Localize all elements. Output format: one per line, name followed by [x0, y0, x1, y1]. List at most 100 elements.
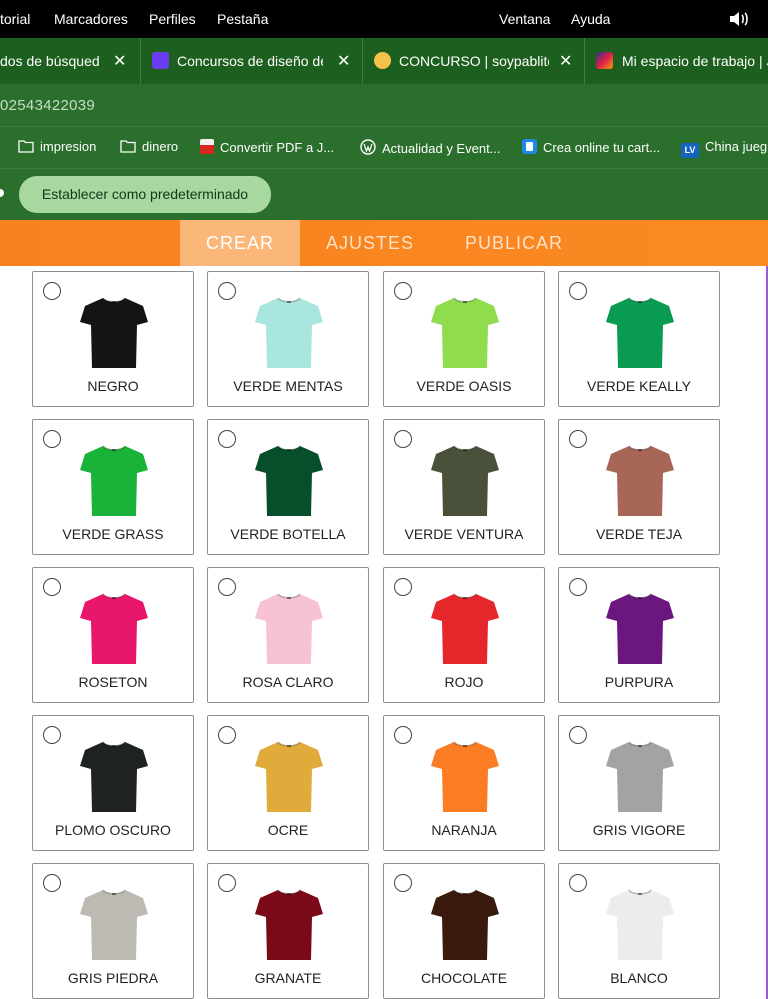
- color-option-card[interactable]: VERDE OASIS: [383, 271, 545, 407]
- tshirt-icon: [431, 593, 499, 664]
- color-label: VERDE BOTELLA: [230, 526, 346, 542]
- address-bar[interactable]: 02543422039: [0, 84, 768, 126]
- volume-icon[interactable]: [729, 10, 751, 28]
- bookmarks-bar: impresion dinero Convertir PDF a J... Ac…: [0, 126, 768, 168]
- color-option-card[interactable]: GRIS PIEDRA: [32, 863, 194, 999]
- menu-perfiles[interactable]: Perfiles: [149, 11, 196, 27]
- url-text[interactable]: 02543422039: [0, 97, 95, 114]
- bookmark-item[interactable]: Crea online tu cart...: [522, 139, 660, 155]
- tab-ajustes[interactable]: AJUSTES: [310, 220, 430, 266]
- color-option-card[interactable]: CHOCOLATE: [383, 863, 545, 999]
- pdf-converter-icon: [200, 139, 214, 154]
- bookmark-label: Actualidad y Event...: [382, 141, 501, 156]
- set-default-button[interactable]: Establecer como predeterminado: [19, 176, 271, 213]
- color-radio[interactable]: [218, 726, 236, 744]
- color-radio[interactable]: [394, 578, 412, 596]
- color-radio[interactable]: [43, 578, 61, 596]
- color-option-card[interactable]: VERDE BOTELLA: [207, 419, 369, 555]
- close-icon[interactable]: ✕: [337, 51, 350, 71]
- color-radio[interactable]: [569, 430, 587, 448]
- color-radio[interactable]: [569, 282, 587, 300]
- tab-crear[interactable]: CREAR: [180, 220, 300, 266]
- menu-marcadores[interactable]: Marcadores: [54, 11, 128, 27]
- color-option-card[interactable]: VERDE VENTURA: [383, 419, 545, 555]
- color-option-card[interactable]: ROJO: [383, 567, 545, 703]
- close-icon[interactable]: ✕: [559, 51, 572, 71]
- menu-ayuda[interactable]: Ayuda: [571, 11, 610, 27]
- color-radio[interactable]: [569, 578, 587, 596]
- color-grid: NEGRO VERDE MENTAS VERDE OASIS VERDE KEALLY…: [0, 266, 766, 999]
- color-radio[interactable]: [394, 874, 412, 892]
- color-option-card[interactable]: GRIS VIGORE: [558, 715, 720, 851]
- tshirt-icon: [606, 741, 674, 812]
- browser-tab[interactable]: Concursos de diseño de ✕: [140, 38, 362, 84]
- color-radio[interactable]: [218, 430, 236, 448]
- color-radio[interactable]: [394, 282, 412, 300]
- bookmark-item[interactable]: impresion: [18, 139, 96, 154]
- bookmark-item[interactable]: Convertir PDF a J...: [200, 139, 334, 155]
- color-label: VERDE VENTURA: [404, 526, 524, 542]
- tab-title: Concursos de diseño de: [177, 53, 323, 69]
- color-option-card[interactable]: BLANCO: [558, 863, 720, 999]
- menu-ventana[interactable]: Ventana: [499, 11, 550, 27]
- tshirt-icon: [255, 297, 323, 368]
- color-label: BLANCO: [610, 970, 668, 986]
- tshirt-icon: [606, 593, 674, 664]
- lv-icon: LV: [681, 143, 699, 158]
- color-radio[interactable]: [218, 282, 236, 300]
- tshirt-icon: [255, 741, 323, 812]
- color-option-card[interactable]: NARANJA: [383, 715, 545, 851]
- tab-publicar[interactable]: PUBLICAR: [452, 220, 576, 266]
- tshirt-icon: [606, 889, 674, 960]
- bookmark-item[interactable]: dinero: [120, 139, 178, 154]
- color-option-card[interactable]: ROSA CLARO: [207, 567, 369, 703]
- menu-pestana[interactable]: Pestaña: [217, 11, 268, 27]
- color-option-card[interactable]: VERDE GRASS: [32, 419, 194, 555]
- color-radio[interactable]: [43, 282, 61, 300]
- tshirt-icon: [606, 297, 674, 368]
- tshirt-icon: [431, 889, 499, 960]
- browser-tab[interactable]: dos de búsqueda ✕: [0, 38, 140, 84]
- color-option-card[interactable]: NEGRO: [32, 271, 194, 407]
- color-label: VERDE MENTAS: [233, 378, 343, 394]
- tshirt-icon: [255, 593, 323, 664]
- color-option-card[interactable]: VERDE MENTAS: [207, 271, 369, 407]
- browser-tab[interactable]: Mi espacio de trabajo | J: [584, 38, 768, 84]
- color-label: OCRE: [267, 822, 309, 838]
- bookmark-label: China jueg: [705, 139, 768, 154]
- bookmark-label: impresion: [40, 139, 97, 154]
- color-option-card[interactable]: PLOMO OSCURO: [32, 715, 194, 851]
- color-option-card[interactable]: PURPURA: [558, 567, 720, 703]
- color-radio[interactable]: [218, 874, 236, 892]
- color-option-card[interactable]: ROSETON: [32, 567, 194, 703]
- color-option-card[interactable]: OCRE: [207, 715, 369, 851]
- canvas-icon: [522, 139, 537, 154]
- color-radio[interactable]: [43, 726, 61, 744]
- color-label: PURPURA: [604, 674, 674, 690]
- bookmark-item[interactable]: Actualidad y Event...: [360, 139, 501, 156]
- purple-logo-icon: [152, 52, 169, 69]
- color-option-card[interactable]: VERDE KEALLY: [558, 271, 720, 407]
- color-label: ROSA CLARO: [242, 674, 334, 690]
- browser-tab[interactable]: CONCURSO | soypablito ✕: [362, 38, 584, 84]
- color-option-card[interactable]: GRANATE: [207, 863, 369, 999]
- bookmark-item[interactable]: LV China jueg: [681, 139, 767, 158]
- color-radio[interactable]: [218, 578, 236, 596]
- color-radio[interactable]: [43, 430, 61, 448]
- menu-historial[interactable]: torial: [0, 11, 30, 27]
- tshirt-icon: [80, 297, 148, 368]
- tshirt-icon: [255, 889, 323, 960]
- tab-title: Mi espacio de trabajo | J: [622, 53, 768, 69]
- tab-strip: dos de búsqueda ✕ Concursos de diseño de…: [0, 38, 768, 84]
- app-nav: CREAR AJUSTES PUBLICAR: [0, 220, 768, 266]
- color-radio[interactable]: [394, 430, 412, 448]
- color-radio[interactable]: [394, 726, 412, 744]
- color-option-card[interactable]: VERDE TEJA: [558, 419, 720, 555]
- bookmark-label: dinero: [142, 139, 179, 154]
- close-icon[interactable]: ✕: [113, 51, 126, 71]
- color-radio[interactable]: [569, 726, 587, 744]
- info-dot: [0, 189, 4, 197]
- bookmark-label: Convertir PDF a J...: [220, 140, 335, 155]
- color-radio[interactable]: [43, 874, 61, 892]
- color-radio[interactable]: [569, 874, 587, 892]
